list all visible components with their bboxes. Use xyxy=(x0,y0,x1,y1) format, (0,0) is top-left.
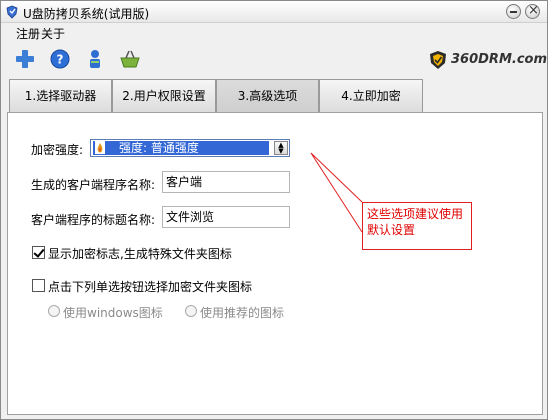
client-name-label: 生成的客户端程序名称: xyxy=(31,178,156,192)
tab-advanced-options[interactable]: 3.高级选项 xyxy=(216,79,319,112)
app-window: U盘防拷贝系统(试用版) 注册 关于 ? xyxy=(0,0,548,420)
strength-label: 加密强度: xyxy=(31,143,84,157)
flame-icon xyxy=(95,141,105,154)
client-name-input[interactable]: 客户端 xyxy=(162,171,290,193)
help-icon[interactable]: ? xyxy=(48,47,72,71)
user-icon[interactable] xyxy=(83,47,107,71)
choose-icon-label[interactable]: 点击下列单选按钮选择加密文件夹图标 xyxy=(48,278,252,295)
tab-encrypt-now[interactable]: 4.立即加密 xyxy=(319,79,423,112)
logo-icon xyxy=(430,51,446,69)
radio-recommended-icon[interactable] xyxy=(185,305,197,317)
close-button[interactable] xyxy=(525,2,540,20)
tab-select-drive[interactable]: 1.选择驱动器 xyxy=(9,79,112,112)
window-title: U盘防拷贝系统(试用版) xyxy=(23,7,150,21)
tab-user-permissions[interactable]: 2.用户权限设置 xyxy=(112,79,216,112)
client-title-label: 客户端程序的标题名称: xyxy=(31,213,156,227)
tab-bar: 1.选择驱动器 2.用户权限设置 3.高级选项 4.立即加密 xyxy=(9,79,439,112)
client-title-input[interactable]: 文件浏览 xyxy=(162,206,290,228)
menu-about[interactable]: 关于 xyxy=(41,25,65,42)
show-mark-checkbox[interactable] xyxy=(32,246,45,259)
advanced-options-panel: 加密强度: 强度: 普通强度 ▲ ▼ 生成的客户端程序名称: 客户端 客户端程序的… xyxy=(7,112,543,415)
annotation-note: 这些选项建议使用默认设置 xyxy=(362,202,472,250)
title-bar: U盘防拷贝系统(试用版) xyxy=(1,1,547,23)
radio-recommended-label: 使用推荐的图标 xyxy=(200,306,285,320)
radio-windows-icon[interactable] xyxy=(48,305,60,317)
select-arrow-icon[interactable]: ▲ ▼ xyxy=(274,141,288,155)
radio-windows-label: 使用windows图标 xyxy=(63,306,163,320)
shield-icon xyxy=(6,5,18,19)
menu-bar: 注册 关于 xyxy=(1,23,547,41)
strength-select[interactable]: 强度: 普通强度 ▲ ▼ xyxy=(90,139,290,157)
svg-text:?: ? xyxy=(57,53,64,67)
add-icon[interactable] xyxy=(13,47,37,71)
basket-icon[interactable] xyxy=(118,47,142,71)
minimize-button[interactable] xyxy=(506,4,521,19)
toolbar: ? 360DRM.com xyxy=(1,43,547,75)
show-mark-label[interactable]: 显示加密标志,生成特殊文件夹图标 xyxy=(48,245,232,262)
choose-icon-checkbox[interactable] xyxy=(32,279,45,292)
brand-name: 360DRM.com xyxy=(451,52,547,67)
strength-selected-value: 强度: 普通强度 xyxy=(93,141,269,155)
menu-register[interactable]: 注册 xyxy=(16,25,40,42)
